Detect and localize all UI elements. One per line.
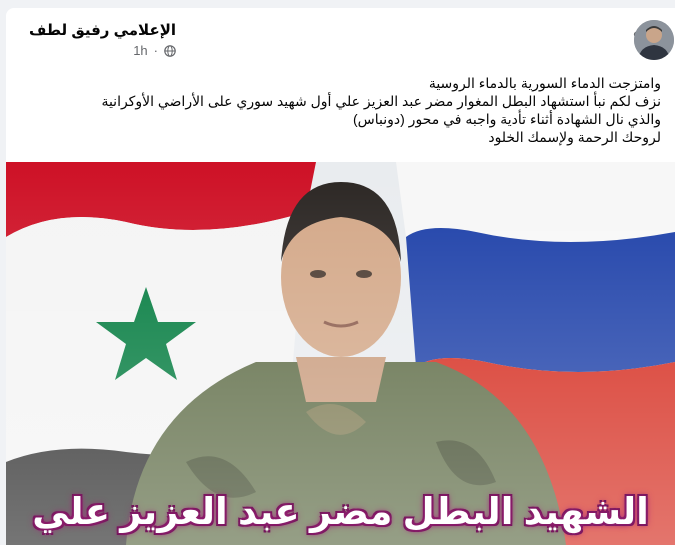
post-timestamp[interactable]: 1h [133,43,147,58]
post-header: ••• الإعلامي رفيق لطف 1h · [6,8,675,70]
photo-caption: الشهيد البطل مضر عبد العزيز علي [32,491,649,532]
post-meta: 1h · [133,43,176,58]
post-card: ••• الإعلامي رفيق لطف 1h · وامتزجت الدما… [6,8,675,545]
photo-illustration [6,162,675,545]
post-text-line: وامتزجت الدماء السورية بالدماء الروسية [428,75,661,91]
avatar-image [634,20,674,60]
globe-icon [164,44,176,57]
post-text-line: لروحك الرحمة ولإسمك الخلود [488,129,661,145]
post-text-line: نزف لكم نبأ استشهاد البطل المغوار مضر عب… [101,93,661,109]
author-avatar[interactable] [634,20,674,60]
post-photo[interactable]: الشهيد البطل مضر عبد العزيز علي [6,162,675,545]
author-name[interactable]: الإعلامي رفيق لطف [29,21,176,39]
post-text-line: والذي نال الشهادة أثناء تأدية واجبه في م… [353,111,661,127]
post-body-text: وامتزجت الدماء السورية بالدماء الروسية ن… [61,74,661,146]
meta-separator: · [153,43,158,58]
